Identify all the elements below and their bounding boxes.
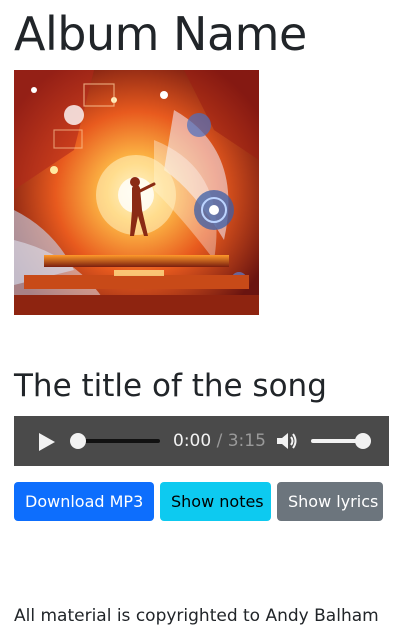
album-title: Album Name (14, 7, 307, 61)
copyright-footer: All material is copyrighted to Andy Balh… (14, 606, 379, 626)
seek-thumb[interactable] (70, 433, 86, 449)
play-icon[interactable] (36, 432, 56, 452)
time-display: 0:00 / 3:15 (173, 430, 266, 452)
album-cover-art (14, 70, 259, 315)
current-time: 0:00 (173, 431, 212, 451)
song-title: The title of the song (14, 368, 327, 404)
seek-slider[interactable] (70, 433, 160, 449)
volume-icon[interactable] (276, 431, 298, 451)
time-separator: / (216, 431, 223, 451)
show-lyrics-button[interactable]: Show lyrics (277, 482, 383, 521)
duration: 3:15 (227, 431, 266, 451)
volume-thumb[interactable] (355, 433, 371, 449)
album-cover (14, 70, 259, 315)
show-notes-button[interactable]: Show notes (160, 482, 271, 521)
download-mp3-button[interactable]: Download MP3 (14, 482, 154, 521)
audio-player: 0:00 / 3:15 (14, 416, 389, 466)
volume-slider[interactable] (311, 433, 371, 449)
